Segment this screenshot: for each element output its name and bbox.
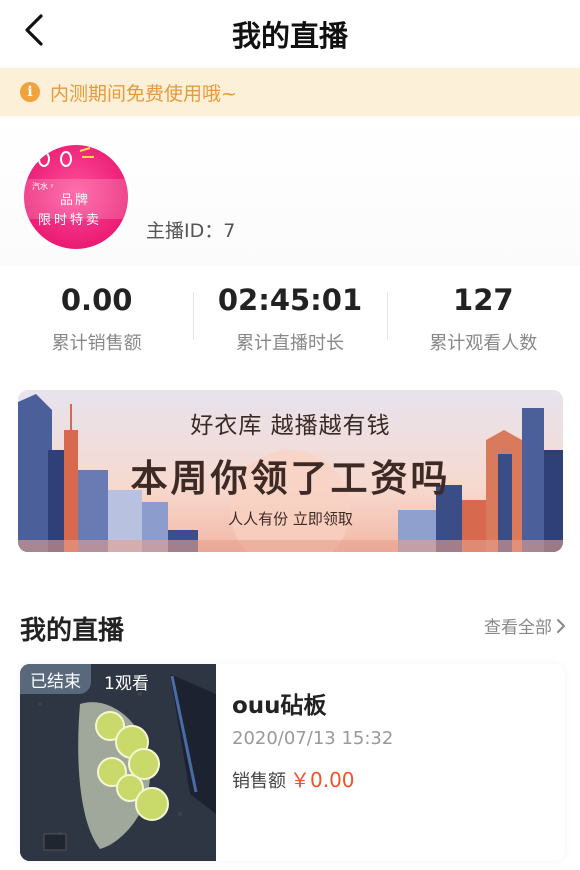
stat-value: 127	[453, 283, 514, 317]
avatar[interactable]: 汽水 ʸ 品牌 限时特卖	[24, 145, 128, 249]
avatar-text-brand: 品牌	[60, 193, 91, 208]
notice-text: 内测期间免费使用哦~	[50, 82, 237, 105]
stat-label: 累计观看人数	[429, 333, 538, 354]
promo-banner[interactable]: 好衣库 越播越有钱 本周你领了工资吗 人人有份 立即领取	[18, 390, 563, 552]
sales-amount: ￥0.00	[290, 768, 355, 792]
view-all-label: 查看全部	[484, 618, 552, 638]
avatar-small-text: 汽水 ʸ	[32, 182, 54, 191]
stat-total-viewers: 127 累计观看人数	[386, 280, 580, 360]
section-title: 我的直播	[20, 616, 125, 646]
stat-label: 累计直播时长	[235, 333, 344, 354]
stat-label: 累计销售额	[51, 333, 142, 354]
sales-label: 销售额	[232, 771, 286, 792]
status-badge: 已结束	[20, 664, 91, 694]
profile-section: 汽水 ʸ 品牌 限时特卖 主播ID：7	[0, 116, 580, 266]
live-card[interactable]: 已结束 1观看 ouu砧板 2020/07/13 15:32 销售额 ￥0.00	[20, 664, 565, 861]
stat-value: 0.00	[60, 283, 133, 317]
section-header: 我的直播 查看全部	[0, 596, 580, 646]
live-date: 2020/07/13 15:32	[232, 728, 394, 749]
stat-total-duration: 02:45:01 累计直播时长	[193, 280, 386, 360]
banner-subtitle: 好衣库 越播越有钱	[190, 413, 391, 439]
live-title: ouu砧板	[232, 693, 327, 719]
stat-value: 02:45:01	[217, 283, 363, 317]
host-id-label: 主播ID：	[146, 220, 224, 242]
stat-total-sales: 0.00 累计销售额	[0, 280, 193, 360]
chevron-right-icon	[557, 618, 565, 633]
host-id-value: 7	[223, 220, 236, 242]
info-icon: i	[20, 82, 40, 102]
avatar-text-sale: 限时特卖	[38, 213, 103, 228]
live-sales: 销售额 ￥0.00	[232, 764, 355, 793]
host-id: 主播ID：7	[146, 216, 235, 243]
page-title: 我的直播	[231, 19, 348, 53]
stats-row: 0.00 累计销售额 02:45:01 累计直播时长 127 累计观看人数	[0, 280, 580, 360]
banner-headline: 本周你领了工资吗	[130, 457, 451, 500]
banner-cta: 人人有份 立即领取	[228, 510, 353, 528]
notice-bar: i 内测期间免费使用哦~	[0, 68, 580, 116]
top-bar: 我的直播	[0, 0, 580, 62]
view-all-link[interactable]: 查看全部	[484, 613, 566, 638]
live-thumbnail: 已结束 1观看	[20, 664, 216, 861]
view-count: 1观看	[104, 674, 149, 694]
